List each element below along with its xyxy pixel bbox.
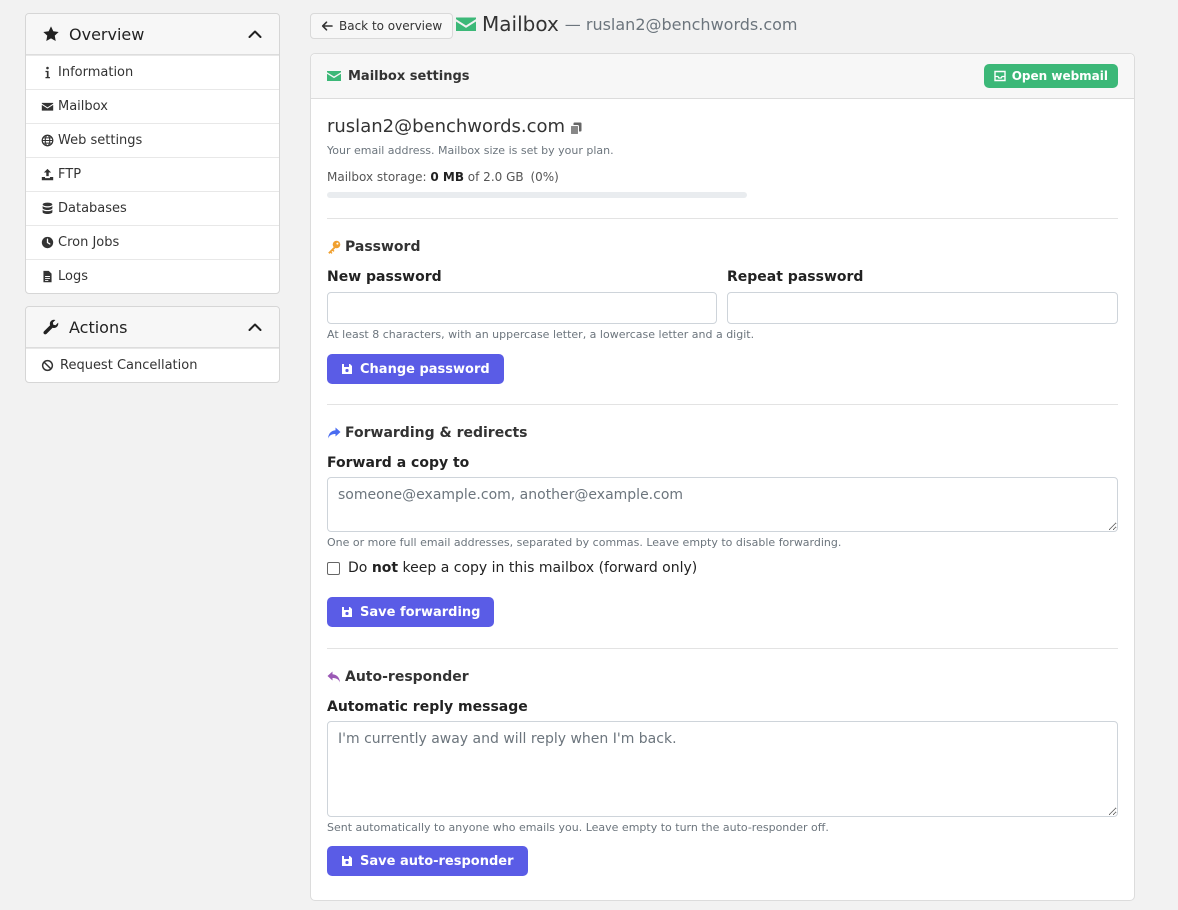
change-password-button[interactable]: Change password (327, 354, 504, 384)
new-password-field[interactable] (327, 292, 717, 324)
open-webmail-label: Open webmail (1011, 69, 1108, 83)
autoresponder-section-label: Auto-responder (345, 669, 469, 685)
sidebar-item-label: Information (58, 65, 134, 80)
card-header: Mailbox settings Open webmail (311, 54, 1134, 99)
mailbox-storage: Mailbox storage: 0 MB of 2.0 GB (0%) (327, 170, 559, 184)
envelope-icon (327, 71, 341, 81)
sidebar-item-label: Logs (58, 269, 88, 284)
key-icon (328, 240, 341, 254)
divider (327, 218, 1118, 219)
chevron-up-icon[interactable] (247, 319, 263, 335)
copy-icon[interactable] (570, 122, 582, 135)
sidebar-item-label: Web settings (58, 133, 143, 148)
mailbox-settings-card: Mailbox settings Open webmail ruslan2@be… (310, 53, 1135, 901)
email-hint: Your email address. Mailbox size is set … (327, 144, 614, 157)
storage-total: of 2.0 GB (467, 170, 524, 184)
clock-icon (41, 236, 54, 249)
autoresponder-hint: Sent automatically to anyone who emails … (327, 821, 829, 834)
sidebar-item-databases[interactable]: Databases (26, 191, 279, 225)
checkbox-label-pre: Do (348, 560, 368, 576)
change-password-label: Change password (360, 361, 490, 377)
forward-copy-label: Forward a copy to (327, 455, 470, 471)
sidebar-item-label: FTP (58, 167, 82, 182)
auto-reply-message-field[interactable] (327, 721, 1118, 817)
inbox-icon (994, 70, 1006, 82)
autoresponder-section-title: Auto-responder (327, 669, 469, 685)
forward-only-option: Do not keep a copy in this mailbox (forw… (327, 560, 697, 576)
storage-used: 0 MB (430, 170, 464, 184)
page-subtitle: — ruslan2@benchwords.com (564, 14, 798, 34)
divider (327, 648, 1118, 649)
mailbox-email: ruslan2@benchwords.com (327, 116, 566, 137)
upload-icon (41, 168, 54, 181)
actions-panel-header[interactable]: Actions (26, 307, 279, 348)
file-icon (43, 270, 52, 283)
save-autoresponder-button[interactable]: Save auto-responder (327, 846, 528, 876)
sidebar-item-information[interactable]: Information (26, 55, 279, 89)
save-icon (342, 856, 352, 866)
forward-only-checkbox[interactable] (327, 561, 340, 575)
repeat-password-field[interactable] (727, 292, 1118, 324)
page-title-text: Mailbox (482, 12, 559, 36)
sidebar-item-label: Databases (58, 201, 127, 216)
password-section-label: Password (345, 239, 421, 255)
sidebar-item-mailbox[interactable]: Mailbox (26, 89, 279, 123)
save-autoresponder-label: Save auto-responder (360, 853, 514, 869)
sidebar-item-request-cancellation[interactable]: Request Cancellation (26, 348, 279, 382)
forward-address-field[interactable] (327, 477, 1118, 532)
actions-panel: Actions Request Cancellation (25, 306, 280, 383)
overview-panel: Overview Information Mailbox Web setting… (25, 13, 280, 294)
new-password-label: New password (327, 269, 442, 285)
info-icon (45, 66, 50, 79)
sidebar-item-logs[interactable]: Logs (26, 259, 279, 293)
page-title: Mailbox — ruslan2@benchwords.com (456, 12, 798, 36)
envelope-icon (456, 17, 476, 31)
back-button-label: Back to overview (339, 19, 443, 33)
sidebar-item-label: Mailbox (58, 99, 108, 114)
save-icon (342, 364, 352, 374)
share-icon (328, 427, 341, 439)
password-section-title: Password (327, 239, 420, 255)
storage-progress-bar (327, 192, 747, 198)
save-forwarding-label: Save forwarding (360, 604, 481, 620)
actions-panel-title: Actions (69, 317, 128, 337)
ban-icon (41, 359, 54, 372)
checkbox-label-post: keep a copy in this mailbox (forward onl… (402, 560, 698, 576)
chevron-up-icon[interactable] (247, 26, 263, 42)
sidebar-item-ftp[interactable]: FTP (26, 157, 279, 191)
overview-panel-header[interactable]: Overview (26, 14, 279, 55)
arrow-left-icon (321, 21, 333, 31)
back-to-overview-button[interactable]: Back to overview (310, 13, 454, 39)
sidebar-item-label: Request Cancellation (60, 358, 198, 373)
forwarding-section-title: Forwarding & redirects (327, 425, 528, 441)
auto-reply-label: Automatic reply message (327, 699, 528, 715)
forwarding-section-label: Forwarding & redirects (345, 425, 528, 441)
globe-icon (41, 134, 54, 147)
overview-panel-title: Overview (69, 24, 145, 44)
sidebar-item-web-settings[interactable]: Web settings (26, 123, 279, 157)
wrench-icon (43, 319, 59, 335)
storage-percent: (0%) (530, 170, 559, 184)
forwarding-hint: One or more full email addresses, separa… (327, 536, 842, 549)
star-icon (43, 26, 59, 41)
password-hint: At least 8 characters, with an uppercase… (327, 328, 755, 341)
save-forwarding-button[interactable]: Save forwarding (327, 597, 495, 627)
divider (327, 404, 1118, 405)
repeat-password-label: Repeat password (727, 269, 864, 285)
checkbox-label-bold: not (371, 560, 399, 576)
database-icon (42, 202, 53, 215)
open-webmail-button[interactable]: Open webmail (983, 64, 1118, 88)
sidebar-item-label: Cron Jobs (58, 235, 120, 250)
save-icon (342, 607, 352, 617)
envelope-icon (41, 102, 54, 111)
storage-label: Mailbox storage: (327, 170, 427, 184)
email-line: ruslan2@benchwords.com (327, 116, 582, 137)
card-title: Mailbox settings (348, 68, 470, 84)
sidebar-item-cron-jobs[interactable]: Cron Jobs (26, 225, 279, 259)
reply-icon (327, 671, 340, 683)
